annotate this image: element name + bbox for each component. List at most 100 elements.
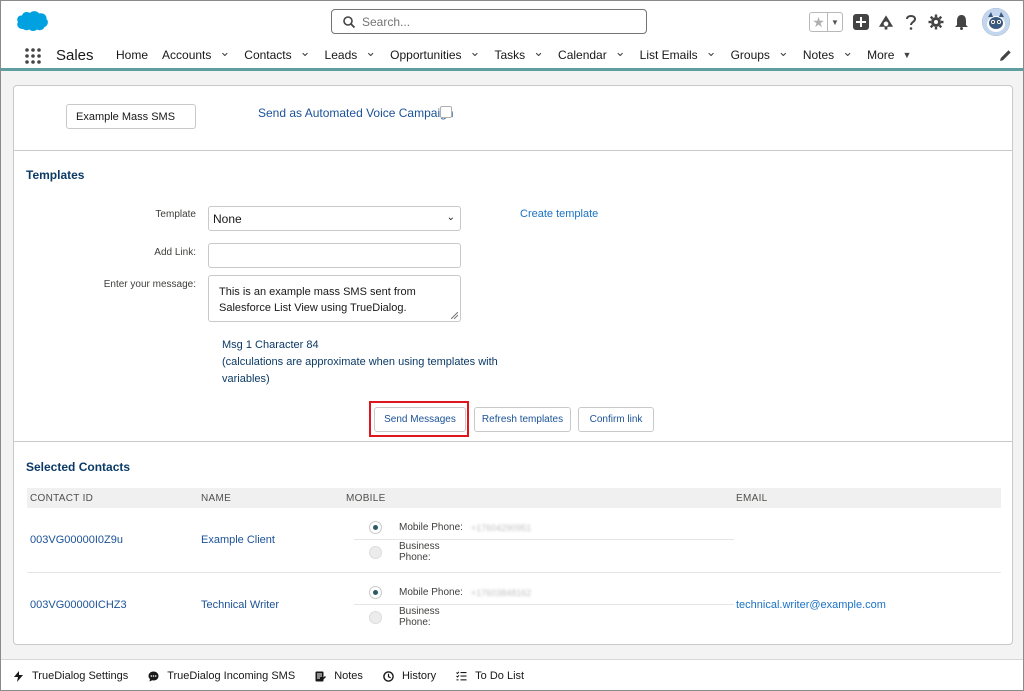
- favorites-button[interactable]: ★ ▼: [809, 12, 843, 32]
- nav-item-label: List Emails: [639, 48, 698, 62]
- nav-item-list-emails[interactable]: List Emails ⌄: [639, 44, 717, 63]
- nav-item-accounts[interactable]: Accounts ⌄: [162, 44, 230, 63]
- message-note: (calculations are approximate when using…: [222, 356, 498, 385]
- global-header: ★ ▼: [1, 1, 1023, 41]
- nav-item-label: More: [867, 48, 895, 62]
- chevron-down-icon[interactable]: ⌄: [706, 44, 717, 60]
- mobile-phone-value: +17604290951: [471, 522, 532, 533]
- nav-item-home[interactable]: Home: [116, 48, 148, 62]
- trailhead-icon[interactable]: [878, 14, 894, 30]
- mobile-radio[interactable]: [369, 586, 382, 599]
- chevron-down-icon[interactable]: ▼: [902, 50, 911, 60]
- create-template-link[interactable]: Create template: [520, 208, 598, 220]
- chevron-down-icon[interactable]: ⌄: [778, 44, 789, 60]
- chevron-down-icon[interactable]: ⌄: [470, 44, 481, 60]
- chevron-down-icon[interactable]: ⌄: [842, 44, 853, 60]
- nav-item-leads[interactable]: Leads ⌄: [324, 44, 377, 63]
- send-messages-button[interactable]: Send Messages: [374, 407, 466, 432]
- chevron-down-icon[interactable]: ⌄: [615, 44, 626, 60]
- caret-down-icon[interactable]: ▼: [828, 18, 842, 27]
- message-label: Enter your message:: [103, 279, 196, 290]
- utility-item-to-do-list[interactable]: To Do List: [456, 670, 524, 682]
- app-launcher-icon[interactable]: [25, 48, 41, 64]
- nav-item-label: Leads: [324, 48, 358, 62]
- confirm-link-button[interactable]: Confirm link: [578, 407, 654, 432]
- bell-icon[interactable]: [953, 14, 969, 30]
- app-window: ★ ▼: [0, 0, 1024, 691]
- utility-item-truedialog-settings[interactable]: TrueDialog Settings: [13, 670, 128, 682]
- table-header: CONTACT ID NAME MOBILE EMAIL: [27, 488, 1001, 508]
- nav-item-label: Home: [116, 48, 149, 62]
- utility-item-label: Notes: [334, 670, 363, 682]
- phone-options: Mobile Phone: +17603848162 Business Phon…: [354, 581, 734, 629]
- chat-icon: [148, 671, 159, 682]
- chevron-down-icon[interactable]: ⌄: [300, 44, 311, 60]
- edit-nav-icon[interactable]: [999, 49, 1012, 62]
- search-icon: [343, 16, 356, 29]
- global-search[interactable]: [331, 9, 647, 34]
- resize-grip-icon[interactable]: [451, 312, 458, 319]
- voice-campaign-checkbox[interactable]: [440, 106, 452, 118]
- chevron-down-icon[interactable]: ⌄: [533, 44, 544, 60]
- nav-item-calendar[interactable]: Calendar ⌄: [558, 44, 626, 63]
- message-text: This is an example mass SMS sent from Sa…: [219, 286, 416, 314]
- mobile-phone-option[interactable]: Mobile Phone: +17604290951: [354, 516, 734, 540]
- header-actions: ★ ▼: [809, 8, 1010, 36]
- nav-item-label: Opportunities: [390, 48, 462, 62]
- mobile-phone-label: Mobile Phone:: [399, 522, 463, 533]
- table-row: 003VG00000I0Z9u Example Client Mobile Ph…: [27, 508, 1001, 573]
- templates-card: Templates Template None ⌄ Create templat…: [13, 150, 1013, 442]
- message-textarea[interactable]: This is an example mass SMS sent from Sa…: [208, 275, 461, 322]
- utility-item-label: To Do List: [475, 670, 525, 682]
- nav-item-label: Contacts: [244, 48, 292, 62]
- chevron-down-icon[interactable]: ⌄: [365, 44, 376, 60]
- contact-id-link[interactable]: 003VG00000ICHZ3: [30, 599, 127, 611]
- utility-item-label: TrueDialog Settings: [32, 670, 129, 682]
- nav-item-contacts[interactable]: Contacts ⌄: [244, 44, 310, 63]
- refresh-templates-button[interactable]: Refresh templates: [474, 407, 571, 432]
- campaign-name-field[interactable]: Example Mass SMS: [66, 104, 196, 129]
- contacts-title: Selected Contacts: [26, 460, 131, 474]
- nav-item-opportunities[interactable]: Opportunities ⌄: [390, 44, 480, 63]
- voice-campaign-label: Send as Automated Voice Campaign: [258, 106, 454, 120]
- utility-item-truedialog-incoming-sms[interactable]: TrueDialog Incoming SMS: [148, 670, 295, 682]
- nav-item-groups[interactable]: Groups ⌄: [730, 44, 789, 63]
- mobile-phone-option[interactable]: Mobile Phone: +17603848162: [354, 581, 734, 605]
- nav-item-notes[interactable]: Notes ⌄: [803, 44, 853, 63]
- chevron-down-icon[interactable]: ⌄: [219, 44, 230, 60]
- business-phone-option: Business Phone:: [354, 540, 734, 564]
- contact-id-link[interactable]: 003VG00000I0Z9u: [30, 534, 123, 546]
- nav-item-tasks[interactable]: Tasks ⌄: [494, 44, 544, 63]
- add-link-input[interactable]: [208, 243, 461, 268]
- app-nav-bar: Sales Home Accounts ⌄ Contacts ⌄ Leads ⌄ Opport…: [1, 41, 1023, 71]
- nav-item-label: Groups: [730, 48, 770, 62]
- message-count: Msg 1 Character 84: [222, 339, 319, 351]
- utility-item-notes[interactable]: Notes: [315, 670, 363, 682]
- search-input[interactable]: [362, 13, 632, 31]
- contact-name-link[interactable]: Technical Writer: [201, 599, 279, 611]
- avatar[interactable]: [982, 8, 1010, 36]
- template-select[interactable]: None ⌄: [208, 206, 461, 231]
- column-header: MOBILE: [346, 493, 386, 504]
- star-icon[interactable]: ★: [810, 13, 828, 31]
- contact-name-link[interactable]: Example Client: [201, 534, 275, 546]
- add-link-label: Add Link:: [154, 247, 196, 258]
- help-icon[interactable]: [903, 14, 919, 30]
- table-row: 003VG00000ICHZ3 Technical Writer Mobile …: [27, 573, 1001, 638]
- business-radio: [369, 610, 382, 624]
- lightning-icon: [13, 670, 24, 682]
- utility-item-history[interactable]: History: [383, 670, 436, 682]
- gear-icon[interactable]: [928, 14, 944, 30]
- salesforce-logo-icon[interactable]: [15, 9, 49, 33]
- column-header: NAME: [201, 493, 232, 504]
- contact-email-link[interactable]: technical.writer@example.com: [736, 599, 886, 611]
- notes-icon: [315, 671, 327, 682]
- column-header: EMAIL: [736, 493, 768, 504]
- nav-items: Home Accounts ⌄ Contacts ⌄ Leads ⌄ Opportunitie…: [116, 41, 925, 69]
- global-create-icon[interactable]: [853, 14, 869, 30]
- column-header: CONTACT ID: [30, 493, 94, 504]
- app-name: Sales: [56, 47, 94, 64]
- mobile-radio[interactable]: [369, 521, 382, 534]
- nav-item-more[interactable]: More ▼: [867, 48, 911, 62]
- utility-item-label: History: [401, 670, 437, 682]
